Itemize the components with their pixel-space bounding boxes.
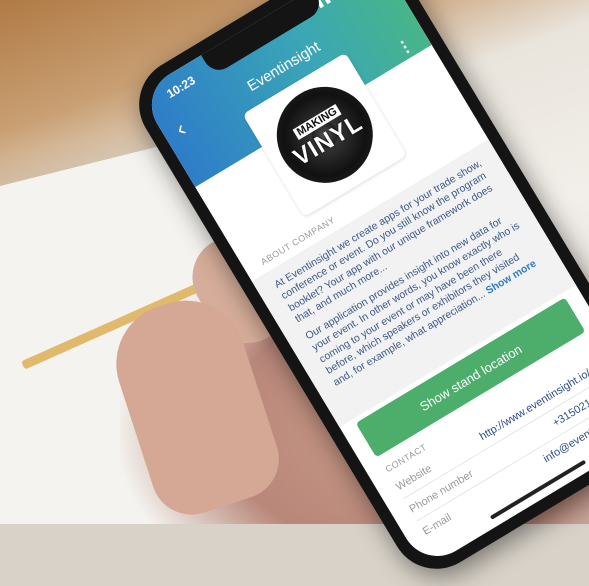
status-time: 10:23 [164, 73, 198, 101]
more-options-icon[interactable]: ⋮ [393, 34, 417, 59]
signal-wifi-battery-icon: ▮▮▮ ◔ ▭ [314, 0, 369, 10]
